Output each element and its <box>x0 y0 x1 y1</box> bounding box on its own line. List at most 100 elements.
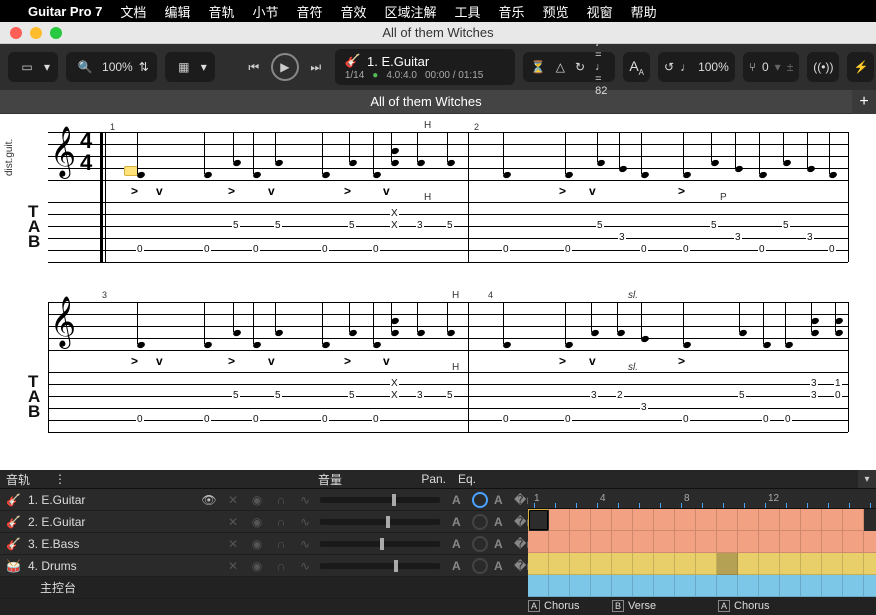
timeline-cell[interactable] <box>822 509 843 531</box>
pan-knob[interactable] <box>472 536 488 552</box>
headphone-button[interactable]: ∩ <box>272 559 290 573</box>
timeline-cell[interactable] <box>759 575 780 597</box>
timeline-cell[interactable] <box>591 575 612 597</box>
tab-note[interactable]: 0 <box>502 414 510 425</box>
timeline-cell[interactable] <box>822 531 843 553</box>
timeline-cell[interactable] <box>864 575 876 597</box>
collapse-button[interactable]: ▾ <box>858 470 876 488</box>
timeline-cell[interactable] <box>843 531 864 553</box>
timeline-cell[interactable] <box>570 575 591 597</box>
countdown-icon[interactable]: ⏳ <box>531 60 546 74</box>
tab-note[interactable]: 3 <box>416 220 424 231</box>
pan-knob[interactable] <box>472 514 488 530</box>
tab-note[interactable]: 0 <box>784 414 792 425</box>
track-timeline[interactable]: 14812 AChorusBVerseAChorus <box>528 489 876 615</box>
automation-button[interactable]: ∿ <box>296 537 314 551</box>
tab-note[interactable]: 3 <box>806 232 814 243</box>
tab-note[interactable]: X <box>390 208 399 219</box>
layout-selector[interactable]: ▭ ▾ <box>8 52 58 82</box>
timeline-cell[interactable] <box>801 531 822 553</box>
pan-knob[interactable] <box>472 492 488 508</box>
timeline-cell[interactable] <box>822 553 843 575</box>
speed-trainer[interactable]: ↺ ♩ 100% <box>658 52 735 82</box>
menu-view[interactable]: 预览 <box>543 2 569 21</box>
timeline-cell[interactable] <box>864 531 876 553</box>
tab-note[interactable]: X <box>390 378 399 389</box>
track-row[interactable]: 🎸2. E.Guitar✕◉∩∿AA�ııı <box>0 511 528 533</box>
tab-note[interactable]: 0 <box>136 414 144 425</box>
timeline-ruler[interactable]: 14812 <box>528 489 876 509</box>
timeline-cell[interactable] <box>864 553 876 575</box>
timeline-cell[interactable] <box>570 509 591 531</box>
menu-help[interactable]: 帮助 <box>631 2 657 21</box>
tab-note[interactable]: 5 <box>446 390 454 401</box>
tab-note[interactable]: 3 <box>618 232 626 243</box>
track-row[interactable]: 🥁4. Drums✕◉∩∿AA�ııı <box>0 555 528 577</box>
mute-button[interactable]: ✕ <box>224 493 242 507</box>
timeline-cell[interactable] <box>843 553 864 575</box>
volume-slider[interactable] <box>320 541 440 547</box>
volume-slider[interactable] <box>320 563 440 569</box>
menu-sound[interactable]: 音乐 <box>499 2 525 21</box>
timeline-cell[interactable] <box>717 575 738 597</box>
solo-button[interactable]: ◉ <box>248 537 266 551</box>
tab-note[interactable]: 3 <box>416 390 424 401</box>
timeline-cell[interactable] <box>822 575 843 597</box>
tab-note[interactable]: 0 <box>564 414 572 425</box>
section-marker[interactable]: AChorus <box>528 600 579 612</box>
track-row[interactable]: 🎸3. E.Bass✕◉∩∿AA�ııı <box>0 533 528 555</box>
timeline-cell[interactable] <box>612 509 633 531</box>
timeline-cell[interactable] <box>738 553 759 575</box>
line-in[interactable]: ((•)) <box>807 52 839 82</box>
timeline-cell[interactable] <box>654 509 675 531</box>
timeline-cell[interactable] <box>675 553 696 575</box>
timeline-cell[interactable] <box>612 531 633 553</box>
score-area[interactable]: dist.guit. 𝄞 4 4 TAB 1 2 H H P <box>0 114 876 470</box>
minimize-button[interactable] <box>30 27 42 39</box>
text-style[interactable]: AA <box>623 52 650 82</box>
timeline-cell[interactable] <box>780 553 801 575</box>
timeline-cell[interactable] <box>801 553 822 575</box>
section-marker[interactable]: AChorus <box>718 600 769 612</box>
timeline-cell[interactable] <box>633 575 654 597</box>
timeline-cell[interactable] <box>591 509 612 531</box>
solo-button[interactable]: ◉ <box>248 493 266 507</box>
tab-note[interactable]: 5 <box>596 220 604 231</box>
timeline-cell[interactable] <box>549 575 570 597</box>
timeline-cell[interactable] <box>528 531 549 553</box>
track-lane[interactable] <box>528 553 876 575</box>
prev-button[interactable]: ⏮ <box>243 56 265 78</box>
track-lane[interactable] <box>528 531 876 553</box>
timeline-cell[interactable] <box>528 575 549 597</box>
menu-bar[interactable]: 小节 <box>252 2 278 21</box>
timeline-cell[interactable] <box>696 509 717 531</box>
timeline-cell[interactable] <box>738 575 759 597</box>
timeline-cell[interactable] <box>780 575 801 597</box>
tab-note[interactable]: X <box>390 390 399 401</box>
tab-note[interactable]: 2 <box>616 390 624 401</box>
solo-button[interactable]: ◉ <box>248 559 266 573</box>
tab-note[interactable]: 0 <box>203 244 211 255</box>
track-menu-icon[interactable]: ⋮ <box>48 472 60 486</box>
timeline-cell[interactable] <box>654 553 675 575</box>
timeline-cell[interactable] <box>801 575 822 597</box>
timeline-cell[interactable] <box>654 575 675 597</box>
automation-button[interactable]: ∿ <box>296 515 314 529</box>
tab-note[interactable]: 0 <box>502 244 510 255</box>
tab-note[interactable]: 0 <box>321 414 329 425</box>
tab-note[interactable]: 5 <box>232 220 240 231</box>
volume-slider[interactable] <box>320 497 440 503</box>
timeline-cell[interactable] <box>570 553 591 575</box>
eq-button[interactable]: �ııı <box>514 537 528 551</box>
automation-button[interactable]: ∿ <box>296 559 314 573</box>
zoom-button[interactable] <box>50 27 62 39</box>
tab-note[interactable]: 3 <box>640 402 648 413</box>
menu-window[interactable]: 视窗 <box>587 2 613 21</box>
volume-slider[interactable] <box>320 519 440 525</box>
timeline-cell[interactable] <box>759 531 780 553</box>
timeline-cell[interactable] <box>570 531 591 553</box>
visibility-toggle[interactable]: 👁 <box>200 493 218 507</box>
timeline-cell[interactable] <box>717 509 738 531</box>
timeline-cell[interactable] <box>759 553 780 575</box>
tab-note[interactable]: 0 <box>321 244 329 255</box>
